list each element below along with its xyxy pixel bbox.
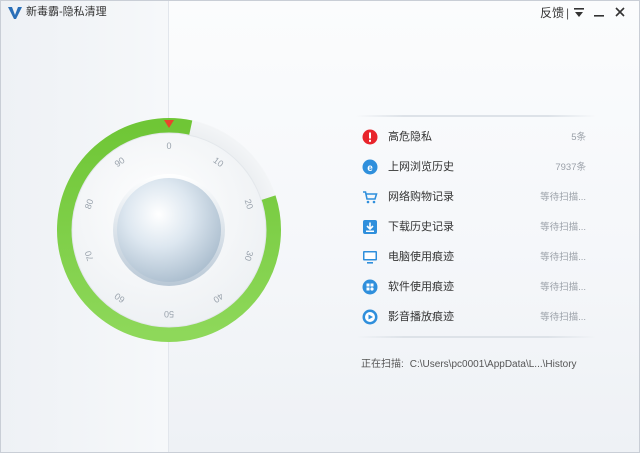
privacy-item[interactable]: 高危隐私 5条: [356, 121, 596, 151]
software-icon: [362, 279, 378, 295]
dial-knob: [117, 178, 221, 282]
dial-tick-label: 0: [166, 141, 171, 151]
privacy-item-status: 等待扫描...: [540, 192, 586, 203]
privacy-item-label: 下载历史记录: [388, 221, 454, 233]
privacy-item-label: 软件使用痕迹: [388, 281, 454, 293]
app-logo-icon: [8, 7, 22, 19]
shopping-cart-icon: [363, 191, 378, 204]
list-bottom-divider: [356, 336, 596, 338]
privacy-item[interactable]: 下载历史记录 等待扫描...: [356, 211, 596, 241]
svg-text:e: e: [367, 163, 373, 174]
monitor-icon: [363, 251, 377, 264]
privacy-item[interactable]: 影音播放痕迹 等待扫描...: [356, 301, 596, 331]
list-top-divider: [356, 115, 596, 117]
privacy-item-label: 电脑使用痕迹: [388, 251, 454, 263]
privacy-item-label: 影音播放痕迹: [388, 311, 454, 323]
safe-dial: 0102030405060708090: [57, 118, 281, 342]
privacy-category-list: 高危隐私 5条 e 上网浏览历史 7937条 网络购物记录 等待扫描... 下载历史记录 等待扫…: [356, 121, 596, 331]
alert-icon: [362, 129, 378, 145]
privacy-item-status: 等待扫描...: [540, 222, 586, 233]
privacy-item-label: 上网浏览历史: [388, 161, 454, 173]
privacy-item[interactable]: e 上网浏览历史 7937条: [356, 151, 596, 181]
privacy-item-status: 5条: [571, 132, 586, 143]
browser-icon: e: [362, 159, 378, 175]
privacy-item-status: 等待扫描...: [540, 282, 586, 293]
privacy-item[interactable]: 软件使用痕迹 等待扫描...: [356, 271, 596, 301]
media-play-icon: [362, 309, 378, 325]
title-bar: 新毒霸-隐私清理 反馈 |: [1, 1, 639, 25]
privacy-item-status: 等待扫描...: [540, 252, 586, 263]
privacy-item[interactable]: 网络购物记录 等待扫描...: [356, 181, 596, 211]
dial-tick-label: 50: [164, 309, 174, 319]
scan-status: 正在扫描: C:\Users\pc0001\AppData\L...\Histor…: [361, 358, 577, 371]
scan-path: C:\Users\pc0001\AppData\L...\History: [409, 359, 577, 370]
menu-icon[interactable]: [573, 6, 585, 18]
window-title: 新毒霸-隐私清理: [26, 6, 107, 18]
download-icon: [363, 220, 377, 234]
privacy-item-label: 高危隐私: [388, 131, 432, 143]
privacy-item-label: 网络购物记录: [388, 191, 454, 203]
feedback-link[interactable]: 反馈: [540, 6, 564, 20]
privacy-item[interactable]: 电脑使用痕迹 等待扫描...: [356, 241, 596, 271]
minimize-button[interactable]: [592, 5, 606, 19]
privacy-item-status: 等待扫描...: [540, 312, 586, 323]
titlebar-separator: |: [566, 6, 570, 20]
app-window: 新毒霸-隐私清理 反馈 | 0 10 20 30 40 50 60 70 80 …: [0, 0, 640, 453]
close-button[interactable]: [613, 5, 627, 19]
privacy-item-status: 7937条: [555, 162, 586, 173]
scan-label: 正在扫描:: [361, 359, 404, 370]
